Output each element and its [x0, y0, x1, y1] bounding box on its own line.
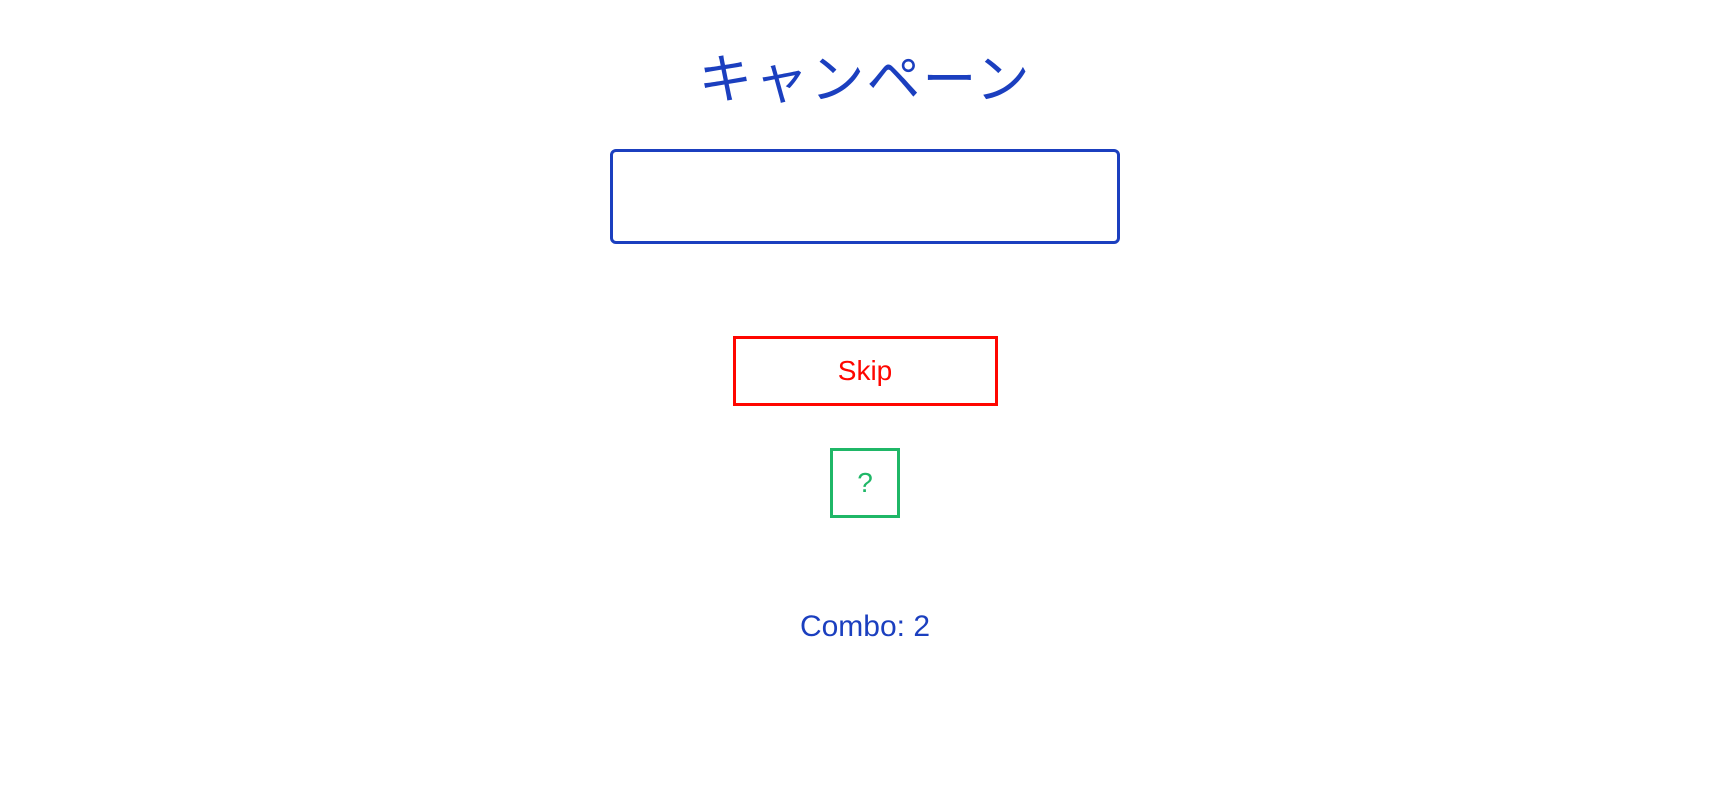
answer-input[interactable]	[610, 149, 1120, 244]
combo-counter: Combo: 2	[800, 610, 930, 644]
hint-button[interactable]: ?	[830, 448, 900, 518]
prompt-word: キャンペーン	[698, 35, 1031, 114]
skip-button[interactable]: Skip	[733, 336, 998, 406]
